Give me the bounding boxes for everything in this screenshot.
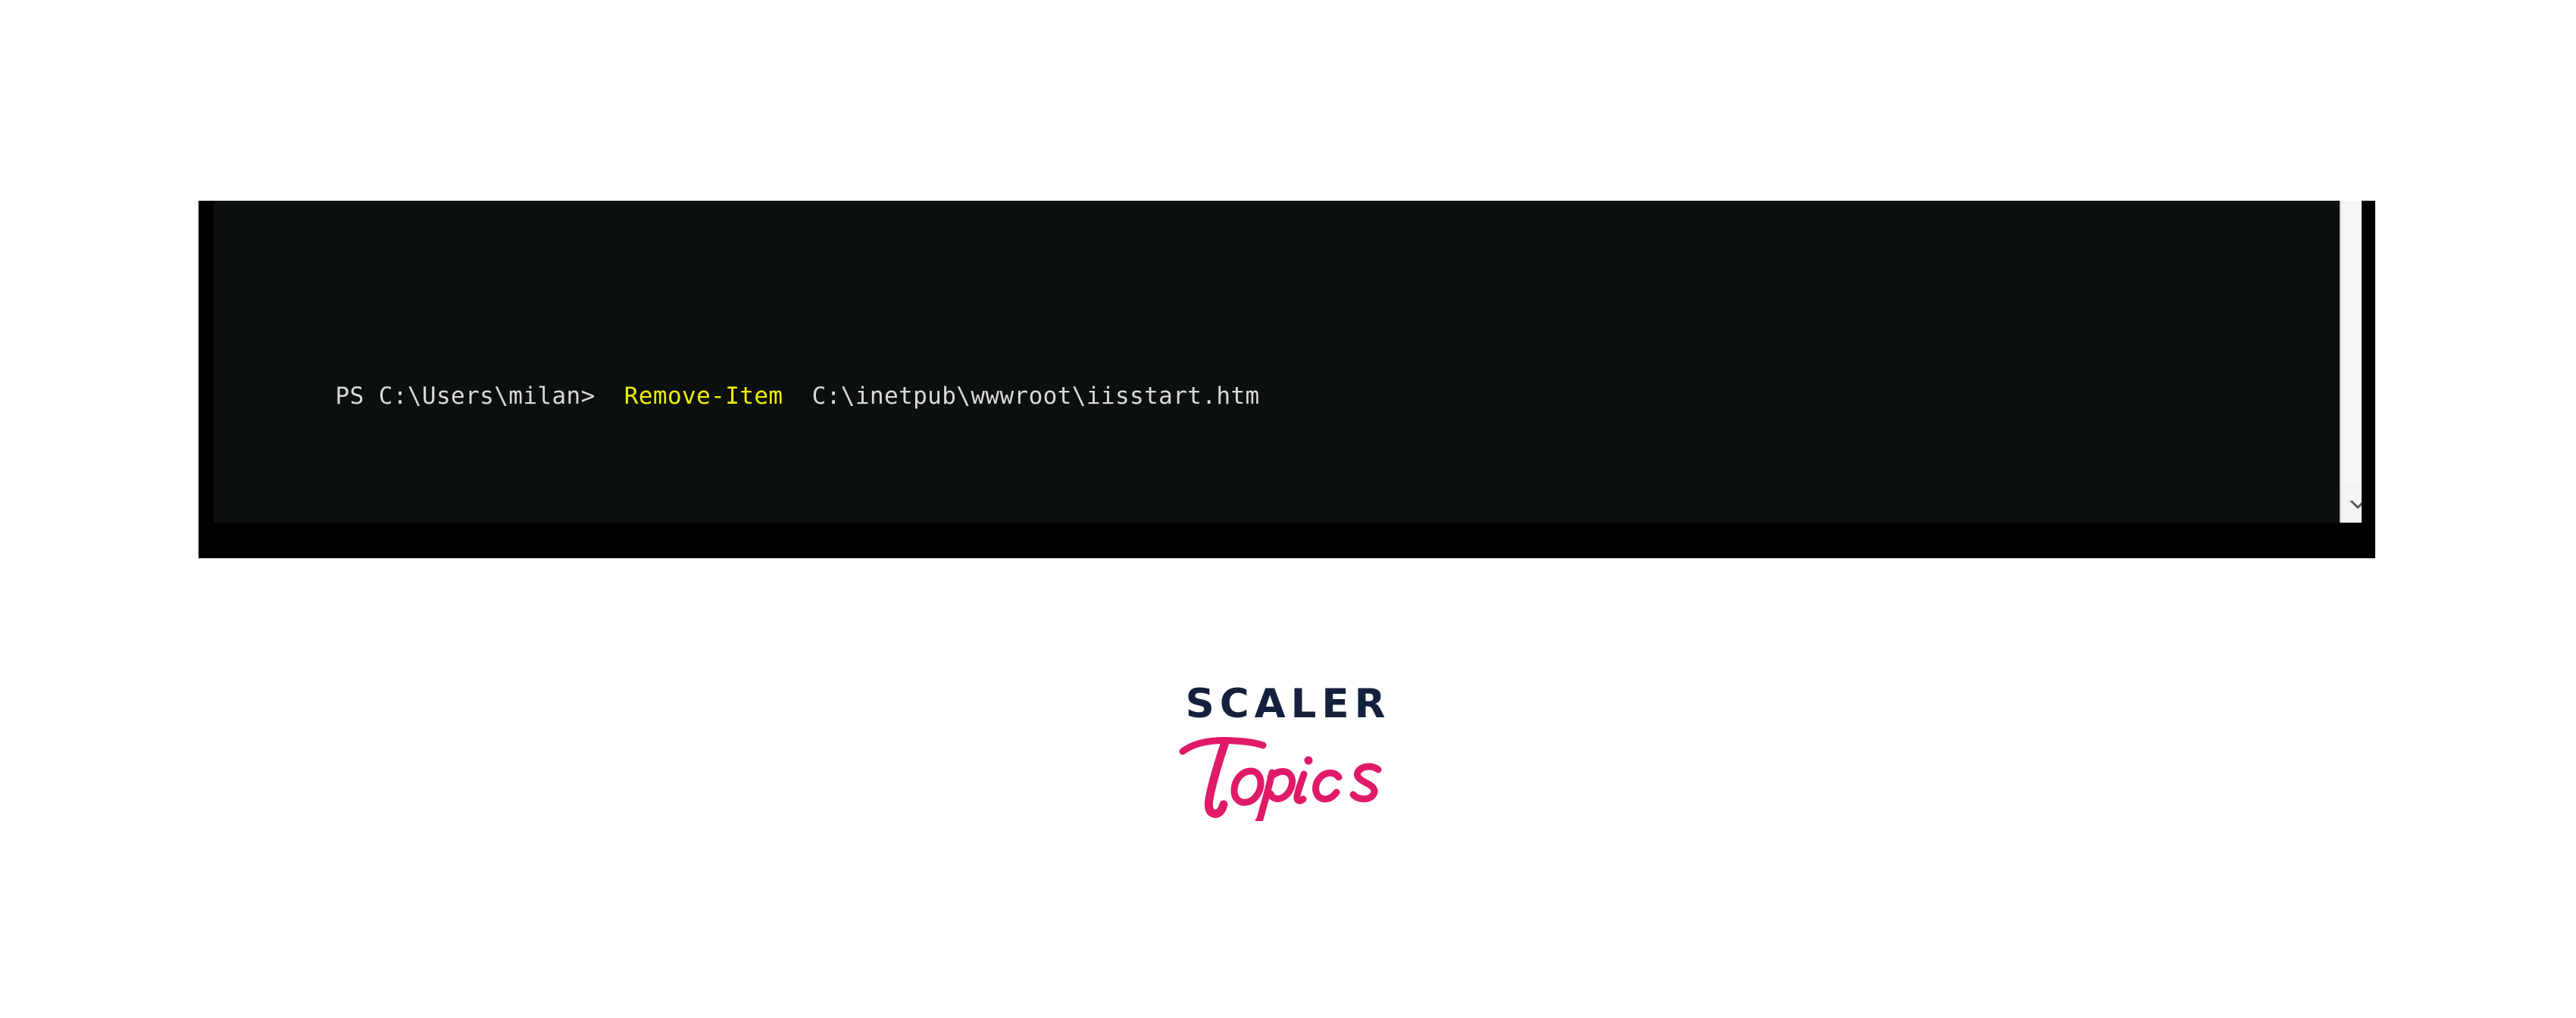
logo-script-topics [0, 730, 2576, 821]
path-token: C:\inetpub\wwwroot\iisstart.htm [783, 383, 1260, 410]
scaler-topics-logo: SCALER [0, 682, 2576, 821]
logo-wordmark-scaler: SCALER [1185, 681, 1391, 727]
console-text-buffer: PS C:\Users\milan> Remove-Item C:\inetpu… [220, 213, 2362, 523]
console-line: PS C:\Users\milan> Remove-Item C:\inetpu… [220, 346, 2362, 410]
scroll-down-button[interactable] [2341, 488, 2362, 523]
scrollbar-thumb[interactable] [2341, 201, 2362, 484]
chevron-down-icon [2348, 499, 2362, 511]
console-line: PS C:\Users\milan> Add-Content -Path "C:… [220, 513, 2362, 523]
vertical-scrollbar[interactable] [2340, 201, 2362, 523]
console-output-area[interactable]: PS C:\Users\milan> Remove-Item C:\inetpu… [214, 201, 2362, 523]
cmdlet-token: Remove-Item [595, 383, 783, 410]
powershell-terminal-window[interactable]: PS C:\Users\milan> Remove-Item C:\inetpu… [199, 201, 2375, 558]
prompt-text: PS C:\Users\milan> [335, 383, 596, 410]
